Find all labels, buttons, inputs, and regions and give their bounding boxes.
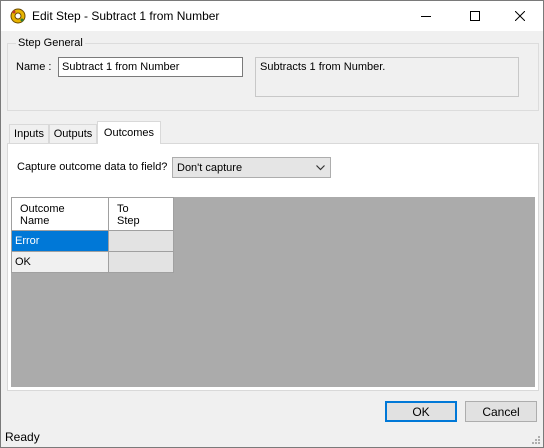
- column-header-to-step[interactable]: To Step: [108, 197, 174, 231]
- close-icon: [515, 11, 525, 21]
- minimize-button[interactable]: [403, 1, 449, 31]
- grid-header-row: Outcome Name To Step: [11, 197, 174, 231]
- status-bar: Ready: [1, 427, 543, 447]
- maximize-button[interactable]: [452, 1, 498, 31]
- outcome-name-cell[interactable]: Error: [11, 230, 109, 252]
- tab-outputs[interactable]: Outputs: [49, 124, 97, 143]
- step-general-legend: Step General: [16, 36, 85, 50]
- capture-selected-value: Don't capture: [177, 162, 243, 174]
- description-box[interactable]: Subtracts 1 from Number.: [255, 57, 519, 97]
- table-row[interactable]: OK: [11, 251, 174, 273]
- title-bar[interactable]: Edit Step - Subtract 1 from Number: [1, 1, 543, 31]
- ok-button[interactable]: OK: [385, 401, 457, 422]
- status-text: Ready: [5, 430, 40, 444]
- capture-label: Capture outcome data to field?: [17, 161, 168, 173]
- to-step-cell[interactable]: [108, 251, 174, 273]
- column-header-outcome-name[interactable]: Outcome Name: [11, 197, 109, 231]
- window-title: Edit Step - Subtract 1 from Number: [32, 9, 220, 23]
- close-button[interactable]: [497, 1, 543, 31]
- cancel-button[interactable]: Cancel: [465, 401, 537, 422]
- resize-grip-icon[interactable]: [531, 435, 541, 445]
- to-step-cell[interactable]: [108, 230, 174, 252]
- tab-outcomes[interactable]: Outcomes: [97, 121, 161, 144]
- name-label: Name :: [16, 61, 52, 73]
- outcome-name-cell[interactable]: OK: [11, 251, 109, 273]
- column-header-outcome-name-label: Outcome Name: [20, 203, 65, 227]
- name-input[interactable]: [58, 57, 243, 77]
- minimize-icon: [421, 16, 431, 17]
- maximize-icon: [470, 11, 480, 21]
- tab-inputs[interactable]: Inputs: [9, 124, 49, 143]
- table-row[interactable]: Error: [11, 230, 174, 252]
- capture-field-select[interactable]: Don't capture: [172, 157, 331, 178]
- chevron-down-icon: [316, 165, 325, 171]
- column-header-to-step-label: To Step: [117, 203, 140, 227]
- outcomes-grid: Outcome Name To Step Error OK: [11, 197, 174, 273]
- step-gear-icon: [10, 8, 26, 24]
- edit-step-dialog: Edit Step - Subtract 1 from Number Step …: [0, 0, 544, 448]
